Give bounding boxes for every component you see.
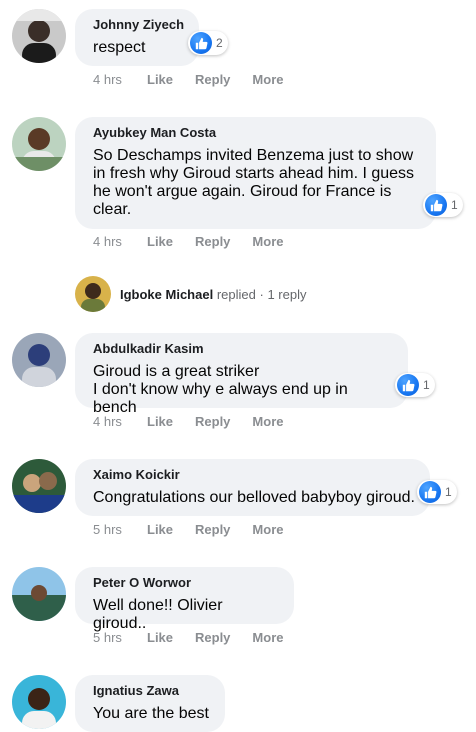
comment-text: Giroud is a great striker I don't know w… [93, 363, 348, 416]
comment-text: Congratulations our belloved babyboy gir… [93, 489, 415, 506]
reply-link[interactable]: Reply [195, 414, 230, 429]
comment-actions: 4 hrs Like Reply More [93, 413, 305, 429]
reply-link[interactable]: Reply [195, 72, 230, 87]
comment-actions: 5 hrs Like Reply More [93, 629, 305, 645]
reply-link[interactable]: Reply [195, 630, 230, 645]
comment-text: So Deschamps invited Benzema just to sho… [93, 147, 415, 218]
comment-actions: 4 hrs Like Reply More [93, 233, 305, 249]
comment-bubble: Ignatius Zawa You are the best [75, 675, 225, 732]
comment-author[interactable]: Abdulkadir Kasim [93, 341, 394, 357]
reply-separator: · [259, 286, 264, 302]
more-link[interactable]: More [252, 72, 283, 87]
comment-author[interactable]: Ignatius Zawa [93, 683, 211, 699]
comment-timestamp[interactable]: 5 hrs [93, 522, 147, 537]
reply-count[interactable]: 1 reply [267, 287, 306, 302]
like-link[interactable]: Like [147, 522, 173, 537]
view-replies-link[interactable]: Igboke Michael replied · 1 reply [75, 274, 306, 314]
comment-text: You are the best [93, 705, 209, 722]
reaction-badge[interactable]: 1 [395, 373, 435, 397]
more-link[interactable]: More [252, 522, 283, 537]
reaction-count: 1 [445, 485, 452, 499]
comment-bubble: Xaimo Koickir Congratulations our bellov… [75, 459, 430, 516]
comment-text: respect [93, 39, 146, 56]
thumbs-up-icon [397, 374, 419, 396]
comment-text: Well done!! Olivier giroud.. [93, 597, 223, 632]
comment-author[interactable]: Xaimo Koickir [93, 467, 416, 483]
comment-actions: 5 hrs Like Reply More [93, 521, 305, 537]
avatar[interactable] [12, 675, 66, 729]
avatar[interactable] [12, 459, 66, 513]
avatar[interactable] [75, 276, 111, 312]
more-link[interactable]: More [252, 630, 283, 645]
reaction-count: 1 [451, 198, 458, 212]
comment-timestamp[interactable]: 5 hrs [93, 630, 147, 645]
reply-verb: replied [216, 286, 256, 302]
like-link[interactable]: Like [147, 72, 173, 87]
thumbs-up-icon [190, 32, 212, 54]
reply-link[interactable]: Reply [195, 234, 230, 249]
reaction-count: 2 [216, 36, 223, 50]
comment-author[interactable]: Johnny Ziyech [93, 17, 185, 33]
comment-timestamp[interactable]: 4 hrs [93, 414, 147, 429]
reaction-badge[interactable]: 1 [417, 480, 457, 504]
like-link[interactable]: Like [147, 414, 173, 429]
comment-bubble: Ayubkey Man Costa So Deschamps invited B… [75, 117, 436, 229]
comment-actions: 4 hrs Like Reply More [93, 71, 305, 87]
comment-author[interactable]: Ayubkey Man Costa [93, 125, 422, 141]
avatar[interactable] [12, 117, 66, 171]
reaction-badge[interactable]: 1 [423, 193, 463, 217]
reply-author[interactable]: Igboke Michael [120, 287, 213, 302]
like-link[interactable]: Like [147, 630, 173, 645]
thumbs-up-icon [425, 194, 447, 216]
avatar[interactable] [12, 567, 66, 621]
reply-summary[interactable]: Igboke Michael replied · 1 reply [120, 287, 306, 302]
avatar[interactable] [12, 333, 66, 387]
avatar[interactable] [12, 9, 66, 63]
comment-timestamp[interactable]: 4 hrs [93, 234, 147, 249]
more-link[interactable]: More [252, 234, 283, 249]
more-link[interactable]: More [252, 414, 283, 429]
comment-bubble: Peter O Worwor Well done!! Olivier girou… [75, 567, 294, 632]
reaction-badge[interactable]: 2 [188, 31, 228, 55]
like-link[interactable]: Like [147, 234, 173, 249]
comment-bubble: Johnny Ziyech respect [75, 9, 199, 66]
comment-author[interactable]: Peter O Worwor [93, 575, 280, 591]
thumbs-up-icon [419, 481, 441, 503]
reaction-count: 1 [423, 378, 430, 392]
comment-bubble: Abdulkadir Kasim Giroud is a great strik… [75, 333, 408, 416]
comment-timestamp[interactable]: 4 hrs [93, 72, 147, 87]
reply-link[interactable]: Reply [195, 522, 230, 537]
